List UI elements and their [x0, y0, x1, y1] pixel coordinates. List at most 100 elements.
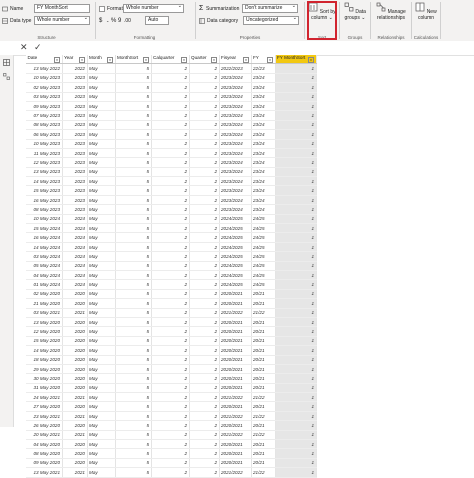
table-cell[interactable]: 2 — [189, 185, 220, 196]
table-cell[interactable]: 1 — [275, 355, 317, 365]
table-cell[interactable]: 1 — [275, 176, 317, 187]
table-cell[interactable]: May — [87, 308, 116, 318]
column-header-fisyear[interactable]: Fisyear ▾ — [219, 55, 252, 65]
table-cell[interactable]: 2020 — [62, 355, 88, 365]
table-cell[interactable]: 2023/2024 — [219, 92, 252, 102]
table-cell[interactable]: 15 May 2020 — [26, 336, 63, 347]
table-cell[interactable]: 2020/2021 — [219, 448, 252, 459]
table-cell[interactable]: 5 — [115, 308, 152, 318]
table-cell[interactable]: 20/21 — [251, 448, 276, 459]
table-cell[interactable]: 1 — [275, 430, 317, 441]
table-cell[interactable]: 2024 — [62, 232, 88, 243]
table-cell[interactable]: 1 — [275, 167, 317, 178]
table-cell[interactable]: May — [87, 148, 116, 159]
table-cell[interactable]: 16 May 2023 — [26, 195, 63, 206]
table-cell[interactable]: 5 — [115, 270, 152, 281]
table-cell[interactable]: 13 May 2021 — [26, 467, 63, 478]
table-cell[interactable]: May — [87, 223, 116, 234]
table-cell[interactable]: 04 May 2024 — [26, 270, 63, 281]
table-cell[interactable]: 2 — [189, 279, 220, 290]
table-cell[interactable]: 20/21 — [251, 289, 276, 300]
table-cell[interactable]: 2024 — [62, 270, 88, 281]
table-cell[interactable]: 20/21 — [251, 458, 276, 469]
table-cell[interactable]: 1 — [275, 317, 317, 328]
table-cell[interactable]: 2 — [151, 279, 190, 290]
table-cell[interactable]: 5 — [115, 298, 152, 309]
table-cell[interactable]: 5 — [115, 101, 152, 112]
table-cell[interactable]: May — [87, 82, 116, 93]
table-cell[interactable]: 2 — [189, 120, 220, 131]
table-cell[interactable]: 20 May 2021 — [26, 430, 63, 441]
table-cell[interactable]: 1 — [275, 383, 317, 394]
table-cell[interactable]: 18 May 2020 — [26, 355, 63, 365]
table-cell[interactable]: 2 — [189, 110, 220, 121]
table-cell[interactable]: 20/21 — [251, 336, 276, 347]
table-cell[interactable]: 09 May 2023 — [26, 101, 63, 112]
table-cell[interactable]: 5 — [115, 345, 152, 356]
table-cell[interactable]: 02 May 2020 — [26, 289, 63, 300]
table-cell[interactable]: 2 — [189, 383, 220, 394]
table-cell[interactable]: 2 — [189, 364, 220, 375]
table-cell[interactable]: 5 — [115, 242, 152, 253]
column-header-fy-monthsort[interactable]: FY MonthSort ▾ — [275, 55, 317, 65]
table-cell[interactable]: 2 — [151, 110, 190, 121]
table-cell[interactable]: May — [87, 345, 116, 356]
table-cell[interactable]: 20/21 — [251, 373, 276, 384]
table-cell[interactable]: 5 — [115, 289, 152, 300]
table-cell[interactable]: 20/21 — [251, 439, 276, 450]
table-cell[interactable]: 2020/2021 — [219, 383, 252, 394]
table-cell[interactable]: 23/24 — [251, 195, 276, 206]
table-cell[interactable]: 2020 — [62, 317, 88, 328]
table-cell[interactable]: 2023/2024 — [219, 110, 252, 121]
table-cell[interactable]: 1 — [275, 270, 317, 281]
table-cell[interactable]: 2 — [151, 92, 190, 102]
table-cell[interactable]: May — [87, 448, 116, 459]
table-cell[interactable]: 2022 — [62, 63, 88, 74]
table-cell[interactable]: 2020/2021 — [219, 289, 252, 300]
table-cell[interactable]: 24/25 — [251, 270, 276, 281]
table-cell[interactable]: 2020 — [62, 439, 88, 450]
table-cell[interactable]: 21/22 — [251, 308, 276, 318]
table-cell[interactable]: 14 May 2020 — [26, 345, 63, 356]
table-cell[interactable]: 1 — [275, 129, 317, 140]
table-cell[interactable]: 2 — [189, 392, 220, 403]
table-cell[interactable]: 11 May 2023 — [26, 148, 63, 159]
table-cell[interactable]: 21/22 — [251, 392, 276, 403]
summarization-dropdown[interactable]: Don't summarize — [242, 3, 298, 13]
table-cell[interactable]: May — [87, 383, 116, 394]
table-cell[interactable]: 2020 — [62, 458, 88, 469]
table-cell[interactable]: 2020 — [62, 448, 88, 459]
table-cell[interactable]: 2 — [189, 355, 220, 365]
table-cell[interactable]: May — [87, 317, 116, 328]
table-cell[interactable]: 2 — [151, 317, 190, 328]
table-cell[interactable]: 5 — [115, 82, 152, 93]
table-cell[interactable]: 2023/2024 — [219, 148, 252, 159]
table-cell[interactable]: 2023/2024 — [219, 73, 252, 84]
table-cell[interactable]: 23/24 — [251, 129, 276, 140]
table-cell[interactable]: 2021/2022 — [219, 467, 252, 478]
table-cell[interactable]: 2020 — [62, 326, 88, 337]
table-cell[interactable]: 5 — [115, 439, 152, 450]
table-cell[interactable]: May — [87, 336, 116, 347]
table-cell[interactable]: 1 — [275, 345, 317, 356]
table-cell[interactable]: 2021 — [62, 430, 88, 441]
table-cell[interactable]: 5 — [115, 336, 152, 347]
table-cell[interactable]: 2 — [151, 139, 190, 149]
table-cell[interactable]: 2 — [151, 157, 190, 168]
table-cell[interactable]: 1 — [275, 289, 317, 300]
table-cell[interactable]: 2020/2021 — [219, 373, 252, 384]
table-cell[interactable]: 2020/2021 — [219, 326, 252, 337]
table-cell[interactable]: 2024/2025 — [219, 214, 252, 225]
table-cell[interactable]: 1 — [275, 308, 317, 318]
table-cell[interactable]: 2023 — [62, 92, 88, 102]
table-cell[interactable]: 2 — [189, 430, 220, 441]
table-cell[interactable]: May — [87, 355, 116, 365]
table-cell[interactable]: 02 May 2023 — [26, 82, 63, 93]
table-cell[interactable]: 1 — [275, 364, 317, 375]
table-cell[interactable]: 23/24 — [251, 120, 276, 131]
table-cell[interactable]: 5 — [115, 392, 152, 403]
table-cell[interactable]: 5 — [115, 195, 152, 206]
table-cell[interactable]: 2 — [151, 430, 190, 441]
table-cell[interactable]: 2021 — [62, 467, 88, 478]
table-cell[interactable]: 2 — [151, 336, 190, 347]
